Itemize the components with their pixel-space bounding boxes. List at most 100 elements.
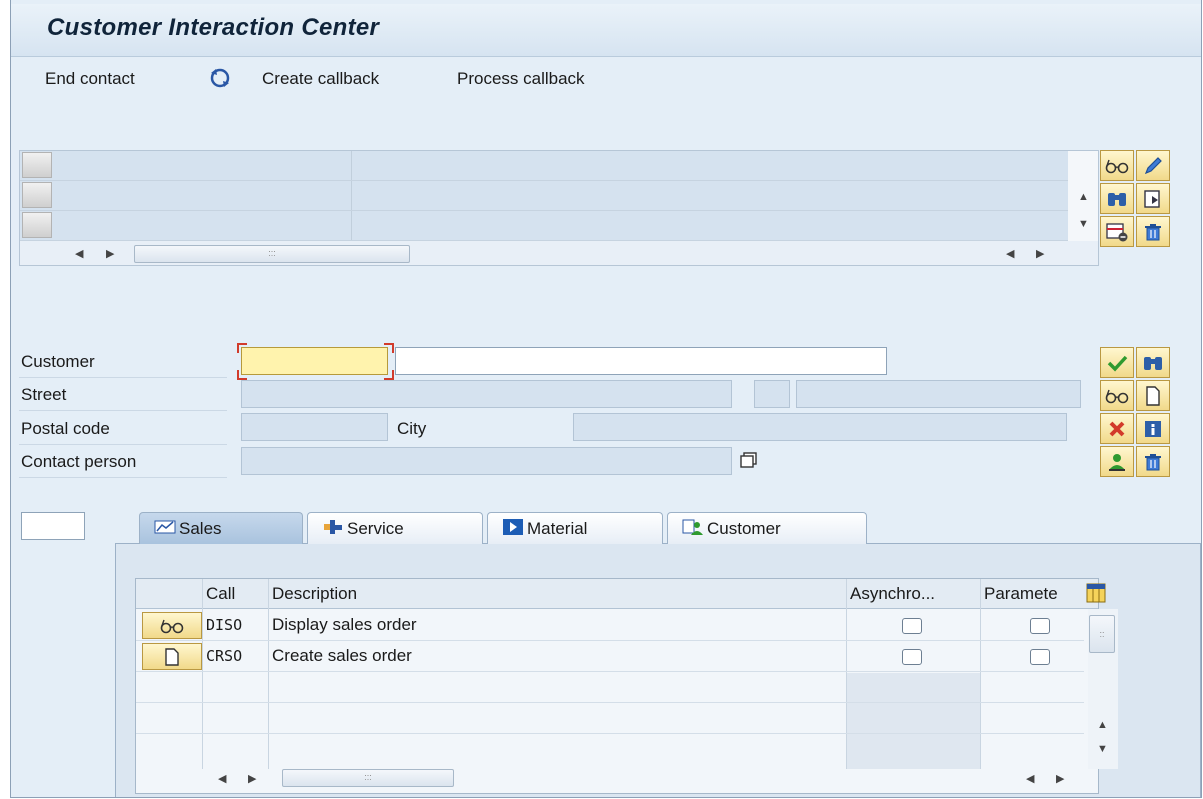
street-label: Street bbox=[21, 385, 67, 404]
display-button[interactable] bbox=[1100, 150, 1134, 181]
scrollbar-thumb[interactable]: ::: bbox=[282, 769, 454, 787]
delete-contact-button[interactable] bbox=[1136, 446, 1170, 477]
title-bar: Customer Interaction Center bbox=[11, 4, 1201, 57]
tab-sales[interactable]: Sales bbox=[139, 512, 303, 544]
customer-name-input[interactable] bbox=[396, 348, 886, 374]
customer-icon bbox=[682, 518, 704, 540]
house-number-field bbox=[754, 380, 790, 408]
row-selector[interactable] bbox=[22, 182, 52, 208]
scroll-up-icon[interactable]: ▲ bbox=[1078, 191, 1089, 203]
scroll-left-icon[interactable]: ◀ bbox=[1026, 772, 1034, 785]
search-customer-button[interactable] bbox=[1136, 347, 1170, 378]
scroll-left-icon[interactable]: ◀ bbox=[1006, 247, 1014, 260]
asynchronous-checkbox[interactable] bbox=[902, 649, 922, 665]
scroll-up-icon[interactable]: ▲ bbox=[1097, 719, 1108, 731]
tab-material-label: Material bbox=[527, 518, 588, 538]
scroll-right-icon[interactable]: ▶ bbox=[1036, 247, 1044, 260]
customer-id-input[interactable] bbox=[242, 348, 387, 374]
scrollbar-thumb[interactable]: :: bbox=[1089, 615, 1115, 653]
city-field bbox=[573, 413, 1067, 441]
table-delete-icon bbox=[1105, 221, 1129, 243]
postal-code-field bbox=[241, 413, 388, 441]
row-action-button[interactable] bbox=[142, 612, 202, 639]
scroll-right-icon[interactable]: ▶ bbox=[1056, 772, 1064, 785]
glasses-icon bbox=[159, 618, 185, 634]
call-description: Display sales order bbox=[272, 615, 417, 634]
street-field bbox=[241, 380, 732, 408]
contacts-table: ▲ ▼ ◀ ▶ ::: ◀ ▶ bbox=[19, 150, 1099, 266]
value-help-icon[interactable] bbox=[738, 450, 760, 470]
confirm-button[interactable] bbox=[1100, 347, 1134, 378]
cancel-button[interactable] bbox=[1100, 413, 1134, 444]
binoculars-icon bbox=[1141, 353, 1165, 373]
row-selector[interactable] bbox=[22, 152, 52, 178]
application-window: Customer Interaction Center End contact … bbox=[10, 0, 1202, 798]
scroll-left-icon[interactable]: ◀ bbox=[218, 772, 226, 785]
scroll-down-icon[interactable]: ▼ bbox=[1097, 743, 1108, 755]
column-header-description[interactable]: Description bbox=[272, 579, 357, 608]
tab-sales-label: Sales bbox=[179, 518, 222, 538]
small-input-field[interactable] bbox=[21, 512, 85, 540]
person-icon bbox=[1106, 451, 1128, 473]
column-settings-icon[interactable] bbox=[1086, 583, 1106, 603]
scroll-down-icon[interactable]: ▼ bbox=[1078, 218, 1089, 230]
column-header-parameter[interactable]: Paramete bbox=[984, 579, 1084, 608]
table-row[interactable] bbox=[20, 181, 1068, 211]
horizontal-scrollbar[interactable]: ◀ ▶ ::: ◀ ▶ bbox=[20, 245, 1068, 263]
end-contact-button[interactable]: End contact bbox=[45, 69, 135, 89]
contact-person-field bbox=[241, 447, 732, 475]
table-row[interactable] bbox=[20, 211, 1068, 241]
trash-button[interactable] bbox=[1136, 216, 1170, 247]
call-code: CRSO bbox=[206, 647, 243, 665]
info-button[interactable] bbox=[1136, 413, 1170, 444]
find-button[interactable] bbox=[1100, 183, 1134, 214]
call-code: DISO bbox=[206, 616, 243, 634]
document-arrow-icon bbox=[1142, 188, 1164, 210]
display-customer-button[interactable] bbox=[1100, 380, 1134, 411]
scroll-right-icon[interactable]: ▶ bbox=[248, 772, 256, 785]
tab-material[interactable]: Material bbox=[487, 512, 663, 544]
vertical-scrollbar[interactable]: ▲ ▼ bbox=[1068, 151, 1098, 241]
tab-service[interactable]: Service bbox=[307, 512, 483, 544]
glasses-icon bbox=[1104, 387, 1130, 405]
vertical-scrollbar[interactable]: :: ▲ ▼ bbox=[1088, 609, 1118, 769]
horizontal-scrollbar[interactable]: ◀ ▶ ::: ◀ ▶ bbox=[136, 769, 1098, 787]
tab-service-label: Service bbox=[347, 518, 404, 538]
refresh-callback-icon bbox=[207, 67, 233, 89]
tab-customer-label: Customer bbox=[707, 518, 781, 538]
row-selector[interactable] bbox=[22, 212, 52, 238]
scroll-right-icon[interactable]: ▶ bbox=[106, 247, 114, 260]
scroll-left-icon[interactable]: ◀ bbox=[75, 247, 83, 260]
tab-customer[interactable]: Customer bbox=[667, 512, 867, 544]
customer-name-field[interactable] bbox=[395, 347, 887, 375]
postal-code-label: Postal code bbox=[21, 419, 110, 438]
delete-row-button[interactable] bbox=[1100, 216, 1134, 247]
create-callback-button[interactable]: Create callback bbox=[262, 69, 379, 89]
parameter-checkbox[interactable] bbox=[1030, 649, 1050, 665]
parameter-checkbox[interactable] bbox=[1030, 618, 1050, 634]
create-customer-button[interactable] bbox=[1136, 380, 1170, 411]
process-callback-button[interactable]: Process callback bbox=[457, 69, 585, 89]
column-header-asynchronous[interactable]: Asynchro... bbox=[850, 579, 935, 608]
detail-button[interactable] bbox=[1136, 183, 1170, 214]
contact-person-button[interactable] bbox=[1100, 446, 1134, 477]
sales-icon bbox=[154, 519, 176, 539]
city-label: City bbox=[397, 419, 427, 438]
info-icon bbox=[1142, 418, 1164, 440]
customer-label: Customer bbox=[21, 352, 95, 371]
page-title: Customer Interaction Center bbox=[47, 14, 380, 41]
table-row[interactable] bbox=[20, 151, 1068, 181]
close-icon bbox=[1107, 419, 1127, 439]
new-document-icon bbox=[1143, 385, 1163, 407]
edit-button[interactable] bbox=[1136, 150, 1170, 181]
asynchronous-checkbox[interactable] bbox=[902, 618, 922, 634]
glasses-icon bbox=[1104, 157, 1130, 175]
pencil-icon bbox=[1142, 155, 1164, 177]
new-document-icon bbox=[163, 647, 181, 667]
material-icon bbox=[502, 518, 524, 540]
column-header-call[interactable]: Call bbox=[206, 579, 235, 608]
scrollbar-thumb[interactable]: ::: bbox=[134, 245, 410, 263]
row-action-button[interactable] bbox=[142, 643, 202, 670]
trash-icon bbox=[1142, 451, 1164, 473]
customer-id-field[interactable] bbox=[241, 347, 388, 375]
